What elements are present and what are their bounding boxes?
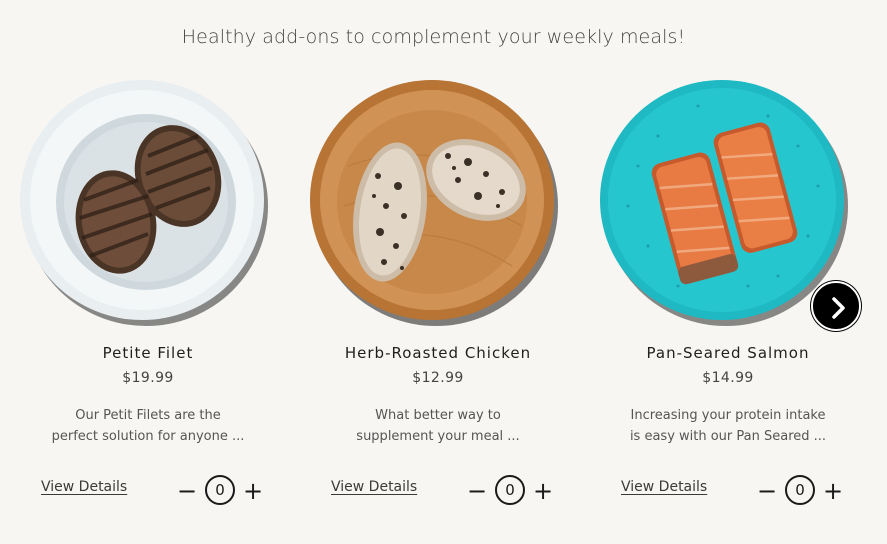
quantity-stepper: − 0 + (176, 475, 266, 507)
section-headline: Healthy add-ons to complement your weekl… (181, 26, 686, 48)
product-image-herb-roasted-chicken[interactable] (308, 76, 568, 328)
view-details-link[interactable]: View Details (621, 479, 707, 495)
product-title: Petite Filet (102, 344, 194, 362)
product-image-petite-filet[interactable] (18, 76, 278, 328)
product-description: Increasing your protein intake is easy w… (618, 405, 838, 447)
description-line: is easy with our Pan Seared ... (629, 429, 827, 444)
quantity-value[interactable]: 0 (495, 475, 525, 505)
product-title: Pan-Seared Salmon (646, 344, 810, 362)
description-line: supplement your meal ... (356, 429, 520, 444)
description-line: Increasing your protein intake (630, 408, 826, 423)
product-title: Herb-Roasted Chicken (344, 344, 532, 362)
product-price: $19.99 (122, 370, 174, 386)
chevron-right-icon (832, 297, 845, 319)
increment-button[interactable]: + (822, 477, 844, 505)
increment-button[interactable]: + (532, 477, 554, 505)
decrement-button[interactable]: − (756, 477, 778, 505)
product-description: What better way to supplement your meal … (328, 405, 548, 447)
quantity-value[interactable]: 0 (785, 475, 815, 505)
view-details-link[interactable]: View Details (41, 479, 127, 495)
description-line: What better way to (375, 408, 501, 423)
product-price: $14.99 (702, 370, 754, 386)
quantity-stepper: − 0 + (466, 475, 556, 507)
description-line: Our Petit Filets are the (75, 408, 221, 423)
increment-button[interactable]: + (242, 477, 264, 505)
description-line: perfect solution for anyone ... (51, 429, 245, 444)
product-card-herb-roasted-chicken: Herb-Roasted Chicken $12.99 What better … (308, 76, 568, 516)
quantity-value[interactable]: 0 (205, 475, 235, 505)
quantity-stepper: − 0 + (756, 475, 846, 507)
view-details-link[interactable]: View Details (331, 479, 417, 495)
product-card-petite-filet: Petite Filet $19.99 Our Petit Filets are… (18, 76, 278, 516)
decrement-button[interactable]: − (176, 477, 198, 505)
decrement-button[interactable]: − (466, 477, 488, 505)
product-price: $12.99 (412, 370, 464, 386)
carousel-next-button[interactable] (811, 281, 861, 331)
product-description: Our Petit Filets are the perfect solutio… (38, 405, 258, 447)
